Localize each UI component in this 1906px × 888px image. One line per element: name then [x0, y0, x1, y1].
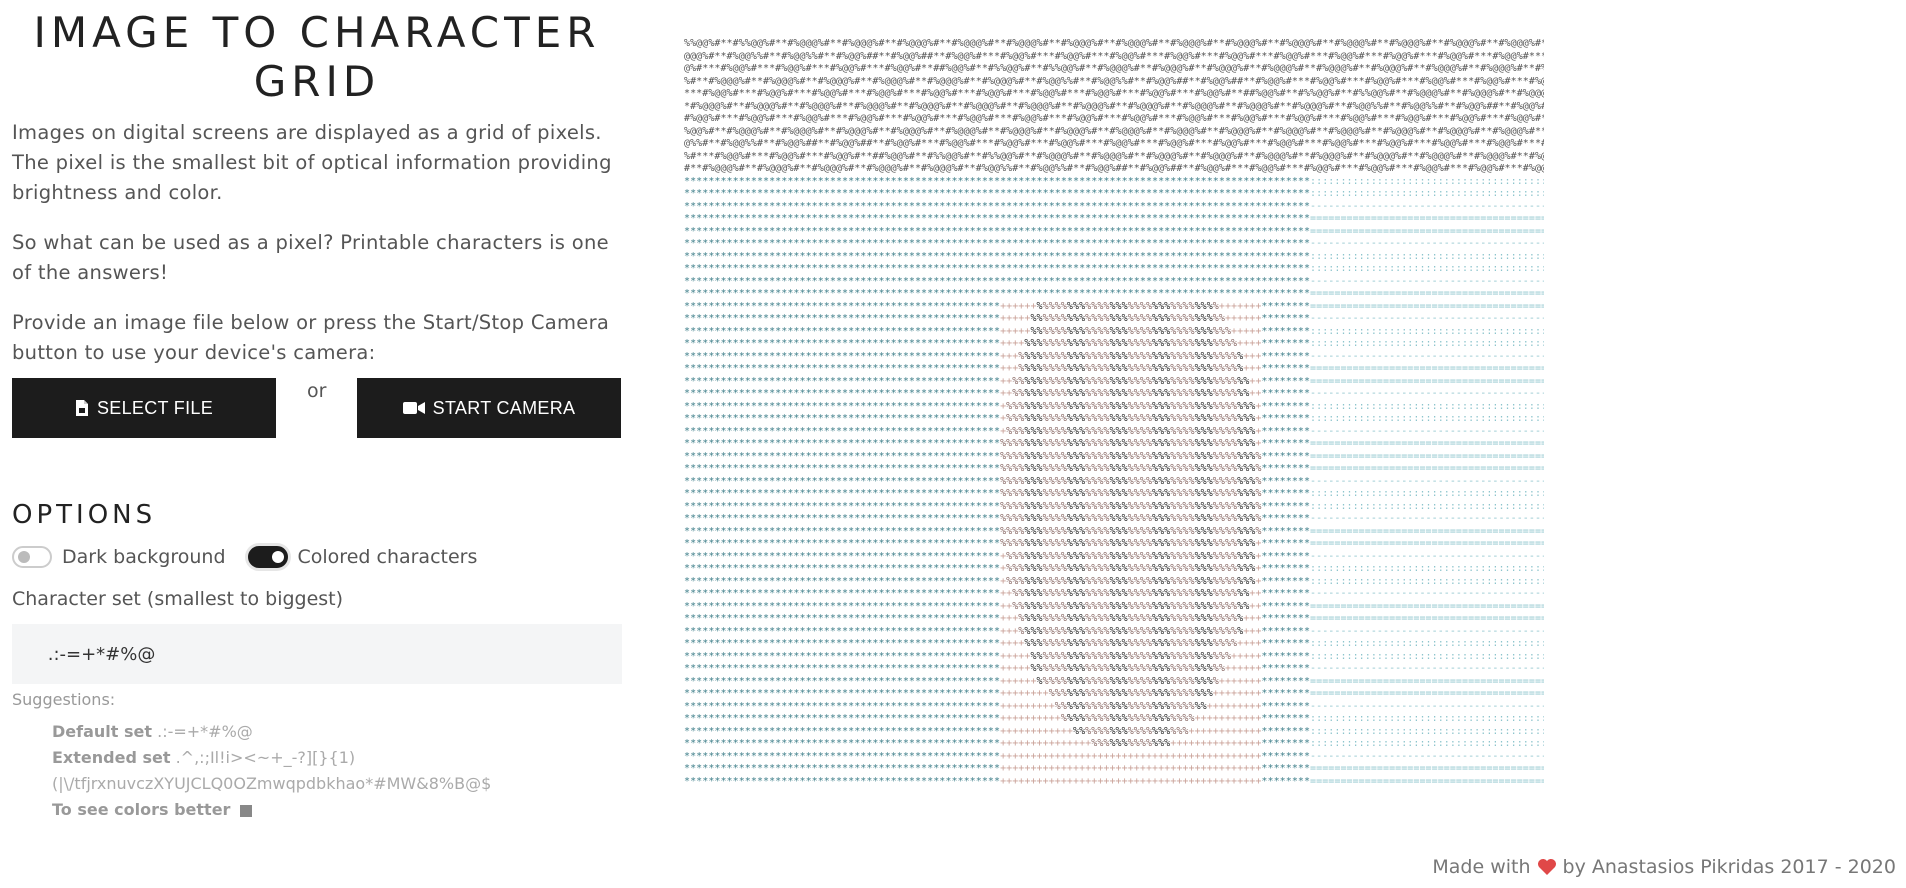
select-file-button[interactable]: SELECT FILE	[12, 378, 276, 438]
intro-paragraph-1: Images on digital screens are displayed …	[12, 121, 612, 204]
options-heading: OPTIONS	[12, 500, 157, 530]
suggestion-colors[interactable]: To see colors better	[52, 797, 622, 823]
footer-made-with: Made with	[1432, 856, 1531, 878]
intro-paragraph-3: Provide an image file below or press the…	[12, 311, 610, 364]
heart-icon	[1537, 859, 1556, 875]
colored-characters-toggle[interactable]: Colored characters	[247, 546, 478, 568]
suggestion-default[interactable]: Default set .:-=+*#%@	[52, 719, 622, 745]
intro-paragraph-2: So what can be used as a pixel? Printabl…	[12, 231, 609, 284]
charset-input[interactable]	[12, 624, 622, 684]
suggestion-default-value: .:-=+*#%@	[157, 722, 253, 741]
suggestion-extended[interactable]: Extended set .^,:;Il!i><~+_-?][}{1)(|\/t…	[52, 745, 622, 797]
colored-characters-switch[interactable]	[247, 546, 288, 568]
footer-author: by Anastasios Pikridas 2017 - 2020	[1562, 856, 1896, 878]
character-grid-output: %%@@%#**#%%@@%#**#%@@@%#**#%@@@%#**#%@@@…	[684, 38, 1544, 787]
suggestions-label: Suggestions:	[12, 690, 116, 709]
file-icon	[75, 400, 88, 416]
left-panel: IMAGE TO CHARACTER GRID Images on digita…	[12, 0, 622, 823]
charset-label: Character set (smallest to biggest)	[12, 588, 344, 610]
square-icon	[239, 804, 252, 817]
colored-characters-label: Colored characters	[297, 546, 478, 568]
action-row: SELECT FILE or START CAMERA	[12, 378, 622, 440]
options-toggles: Dark background Colored characters	[12, 540, 622, 574]
video-camera-icon	[402, 402, 425, 414]
suggestions-list: Default set .:-=+*#%@ Extended set .^,:;…	[52, 719, 622, 823]
start-camera-button[interactable]: START CAMERA	[357, 378, 621, 438]
select-file-label: SELECT FILE	[96, 397, 213, 418]
start-camera-label: START CAMERA	[432, 397, 576, 418]
dark-background-toggle[interactable]: Dark background	[12, 546, 226, 568]
footer: Made with by Anastasios Pikridas 2017 - …	[1432, 856, 1896, 878]
dark-background-switch[interactable]	[12, 546, 52, 568]
dark-background-label: Dark background	[62, 546, 226, 568]
or-text: or	[307, 380, 327, 402]
page-title: IMAGE TO CHARACTER GRID	[33, 8, 601, 106]
